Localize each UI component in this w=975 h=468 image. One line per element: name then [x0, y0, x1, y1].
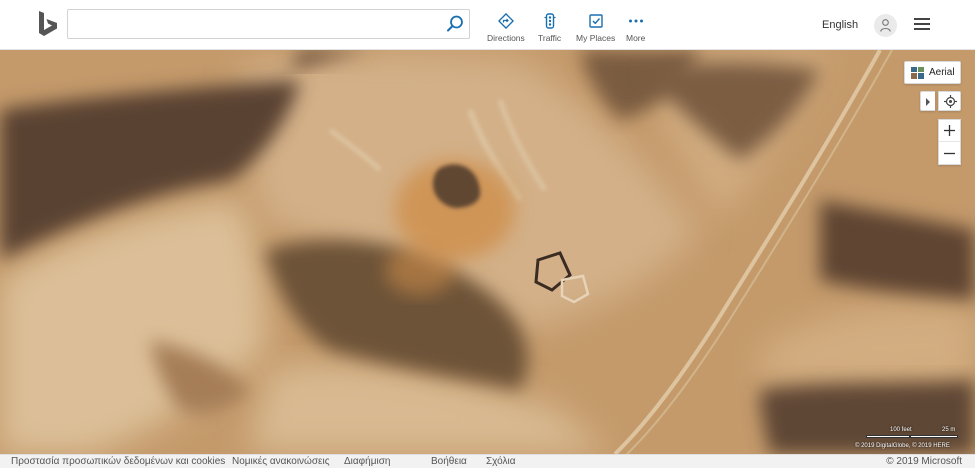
footer-link-help[interactable]: Βοήθεια: [431, 456, 467, 467]
search-icon[interactable]: [445, 14, 465, 34]
top-bar: Directions Traffic My Places More Englis…: [0, 0, 975, 50]
expand-controls-button[interactable]: [920, 91, 935, 111]
footer: Προστασία προσωπικών δεδομένων και cooki…: [0, 454, 975, 468]
aerial-imagery: [0, 50, 975, 454]
locate-me-button[interactable]: [938, 91, 961, 111]
chevron-right-icon: [926, 98, 930, 106]
map-style-label: Aerial: [929, 67, 955, 78]
map-canvas[interactable]: Aerial 100 feet 25 m © 2019 DigitalGlobe…: [0, 50, 975, 454]
zoom-in-button[interactable]: [939, 120, 960, 142]
zoom-out-button[interactable]: [939, 143, 960, 165]
footer-link-legal[interactable]: Νομικές ανακοινώσεις: [232, 456, 330, 467]
nav-traffic[interactable]: Traffic: [538, 13, 561, 43]
footer-link-privacy[interactable]: Προστασία προσωπικών δεδομένων και cooki…: [11, 456, 225, 467]
more-icon: [628, 19, 643, 23]
my-places-icon: [588, 14, 603, 28]
copyright: © 2019 Microsoft: [886, 456, 962, 467]
user-icon: [880, 19, 891, 32]
minus-icon: [944, 152, 955, 155]
zoom-controls: [938, 119, 961, 165]
avatar[interactable]: [874, 14, 897, 37]
bing-logo[interactable]: [37, 10, 59, 38]
scale-imperial-label: 100 feet: [890, 427, 912, 433]
map-style-button[interactable]: Aerial: [904, 61, 961, 84]
plus-icon: [944, 125, 955, 136]
search-input[interactable]: [68, 10, 438, 38]
search-box: [67, 9, 470, 39]
nav-more-label: More: [626, 33, 646, 43]
nav-my-places-label: My Places: [576, 33, 616, 43]
nav-more[interactable]: More: [626, 13, 645, 43]
scale-metric-bar: [910, 435, 958, 438]
nav-my-places[interactable]: My Places: [576, 13, 615, 43]
menu-icon[interactable]: [914, 18, 930, 30]
map-style-icon: [911, 67, 924, 79]
scale-metric-label: 25 m: [942, 427, 956, 433]
language-selector[interactable]: English: [822, 19, 858, 31]
directions-icon: [497, 13, 514, 29]
imagery-attribution: © 2019 DigitalGlobe, © 2019 HERE: [855, 443, 950, 449]
footer-link-advertise[interactable]: Διαφήμιση: [344, 456, 390, 467]
traffic-icon: [544, 13, 556, 29]
scale-imperial-bar: [866, 435, 910, 438]
nav-traffic-label: Traffic: [538, 33, 562, 43]
nav-directions-label: Directions: [487, 33, 525, 43]
nav-directions[interactable]: Directions: [487, 13, 525, 43]
locate-icon: [944, 95, 957, 108]
map-scale: 100 feet 25 m: [866, 427, 958, 441]
footer-link-feedback[interactable]: Σχόλια: [486, 456, 516, 467]
